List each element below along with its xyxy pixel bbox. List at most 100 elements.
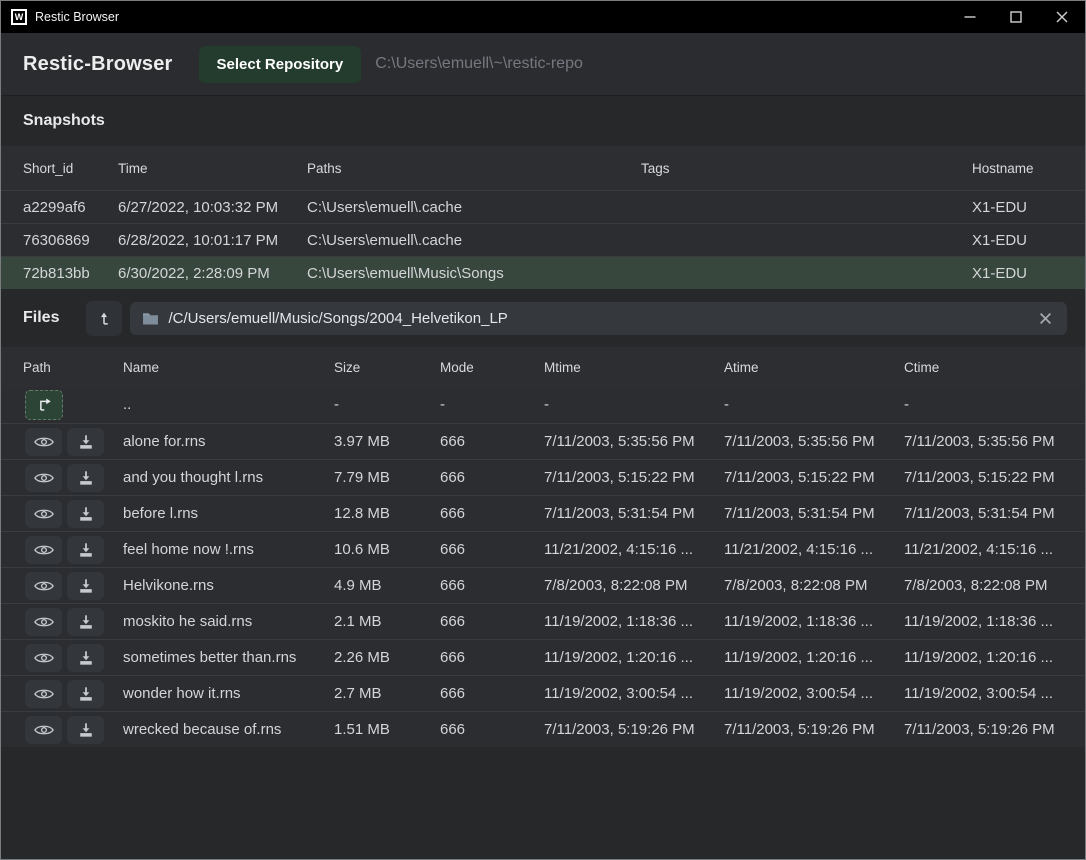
col-tags: Tags [641, 161, 972, 176]
eye-icon [34, 543, 54, 557]
file-ctime: 7/11/2003, 5:15:22 PM [904, 469, 1071, 486]
col-size: Size [334, 360, 440, 375]
file-mtime: 7/11/2003, 5:15:22 PM [544, 469, 724, 486]
preview-file-button[interactable] [25, 428, 62, 456]
file-row: moskito he said.rns 2.1 MB 666 11/19/200… [1, 603, 1085, 639]
file-ctime: 11/21/2002, 4:15:16 ... [904, 541, 1071, 558]
file-atime: 7/11/2003, 5:35:56 PM [724, 433, 904, 450]
snapshot-hostname: X1-EDU [972, 232, 1071, 249]
titlebar: W Restic Browser [1, 1, 1085, 33]
download-icon [78, 542, 94, 558]
snapshot-short-id: 72b813bb [23, 265, 118, 282]
file-ctime: 11/19/2002, 3:00:54 ... [904, 685, 1071, 702]
eye-icon [34, 651, 54, 665]
file-name: Helvikone.rns [123, 577, 334, 594]
file-atime: 11/19/2002, 3:00:54 ... [724, 685, 904, 702]
app-window: W Restic Browser Restic-Browser Select R… [0, 0, 1086, 860]
file-ctime: 7/11/2003, 5:31:54 PM [904, 505, 1071, 522]
maximize-icon [1010, 11, 1022, 23]
download-icon [78, 506, 94, 522]
up-right-arrow-icon [35, 396, 53, 414]
minimize-button[interactable] [947, 1, 993, 33]
download-file-button[interactable] [67, 428, 104, 456]
files-toolbar: Files /C/Users/emuell/Music/Songs/2004_H… [1, 289, 1085, 347]
snapshot-time: 6/30/2022, 2:28:09 PM [118, 265, 307, 282]
file-size: 2.26 MB [334, 649, 440, 666]
up-to-root-button[interactable] [86, 301, 122, 336]
eye-icon [34, 471, 54, 485]
file-atime: 7/11/2003, 5:31:54 PM [724, 505, 904, 522]
eye-icon [34, 687, 54, 701]
file-mtime: 11/19/2002, 3:00:54 ... [544, 685, 724, 702]
snapshots-table-header: Short_id Time Paths Tags Hostname [1, 146, 1085, 190]
file-size: - [334, 396, 440, 413]
file-row: wonder how it.rns 2.7 MB 666 11/19/2002,… [1, 675, 1085, 711]
file-size: 3.97 MB [334, 433, 440, 450]
download-icon [78, 686, 94, 702]
col-hostname: Hostname [972, 161, 1071, 176]
files-heading: Files [23, 309, 59, 327]
download-file-button[interactable] [67, 608, 104, 636]
eye-icon [34, 435, 54, 449]
snapshot-short-id: a2299af6 [23, 199, 118, 216]
app-header: Restic-Browser Select Repository C:\User… [1, 33, 1085, 96]
download-file-button[interactable] [67, 680, 104, 708]
repository-path: C:\Users\emuell\~\restic-repo [375, 55, 583, 73]
file-mode: 666 [440, 505, 544, 522]
preview-file-button[interactable] [25, 500, 62, 528]
snapshot-paths: C:\Users\emuell\Music\Songs [307, 265, 641, 282]
snapshot-row-selected[interactable]: 72b813bb 6/30/2022, 2:28:09 PM C:\Users\… [1, 256, 1085, 289]
snapshot-row[interactable]: a2299af6 6/27/2022, 10:03:32 PM C:\Users… [1, 190, 1085, 223]
file-row: alone for.rns 3.97 MB 666 7/11/2003, 5:3… [1, 423, 1085, 459]
file-name: moskito he said.rns [123, 613, 334, 630]
file-size: 12.8 MB [334, 505, 440, 522]
file-name: feel home now !.rns [123, 541, 334, 558]
preview-file-button[interactable] [25, 716, 62, 744]
file-mode: 666 [440, 469, 544, 486]
download-icon [78, 434, 94, 450]
download-icon [78, 578, 94, 594]
col-mode: Mode [440, 360, 544, 375]
empty-area [1, 747, 1085, 847]
file-name: sometimes better than.rns [123, 649, 334, 666]
close-button[interactable] [1039, 1, 1085, 33]
download-file-button[interactable] [67, 500, 104, 528]
file-name: wonder how it.rns [123, 685, 334, 702]
file-size: 2.7 MB [334, 685, 440, 702]
download-file-button[interactable] [67, 464, 104, 492]
preview-file-button[interactable] [25, 644, 62, 672]
file-mode: 666 [440, 613, 544, 630]
go-to-parent-button[interactable] [25, 390, 63, 420]
eye-icon [34, 579, 54, 593]
file-mtime: 11/21/2002, 4:15:16 ... [544, 541, 724, 558]
file-mtime: 7/11/2003, 5:35:56 PM [544, 433, 724, 450]
file-name: alone for.rns [123, 433, 334, 450]
eye-icon [34, 507, 54, 521]
download-file-button[interactable] [67, 716, 104, 744]
file-atime: 11/21/2002, 4:15:16 ... [724, 541, 904, 558]
preview-file-button[interactable] [25, 464, 62, 492]
file-mode: 666 [440, 433, 544, 450]
file-ctime: 11/19/2002, 1:20:16 ... [904, 649, 1071, 666]
download-file-button[interactable] [67, 536, 104, 564]
download-file-button[interactable] [67, 644, 104, 672]
close-icon [1056, 11, 1068, 23]
clear-path-button[interactable] [1035, 308, 1055, 328]
file-atime: - [724, 396, 904, 413]
file-mtime: 11/19/2002, 1:20:16 ... [544, 649, 724, 666]
col-path: Path [23, 360, 123, 375]
snapshot-row[interactable]: 76306869 6/28/2022, 10:01:17 PM C:\Users… [1, 223, 1085, 256]
download-icon [78, 614, 94, 630]
files-table-header: Path Name Size Mode Mtime Atime Ctime [1, 347, 1085, 387]
current-path-bar[interactable]: /C/Users/emuell/Music/Songs/2004_Helveti… [130, 302, 1067, 335]
preview-file-button[interactable] [25, 680, 62, 708]
preview-file-button[interactable] [25, 572, 62, 600]
preview-file-button[interactable] [25, 536, 62, 564]
file-row: Helvikone.rns 4.9 MB 666 7/8/2003, 8:22:… [1, 567, 1085, 603]
file-ctime: 7/11/2003, 5:35:56 PM [904, 433, 1071, 450]
download-file-button[interactable] [67, 572, 104, 600]
preview-file-button[interactable] [25, 608, 62, 636]
select-repository-button[interactable]: Select Repository [199, 46, 362, 83]
maximize-button[interactable] [993, 1, 1039, 33]
snapshot-paths: C:\Users\emuell\.cache [307, 232, 641, 249]
